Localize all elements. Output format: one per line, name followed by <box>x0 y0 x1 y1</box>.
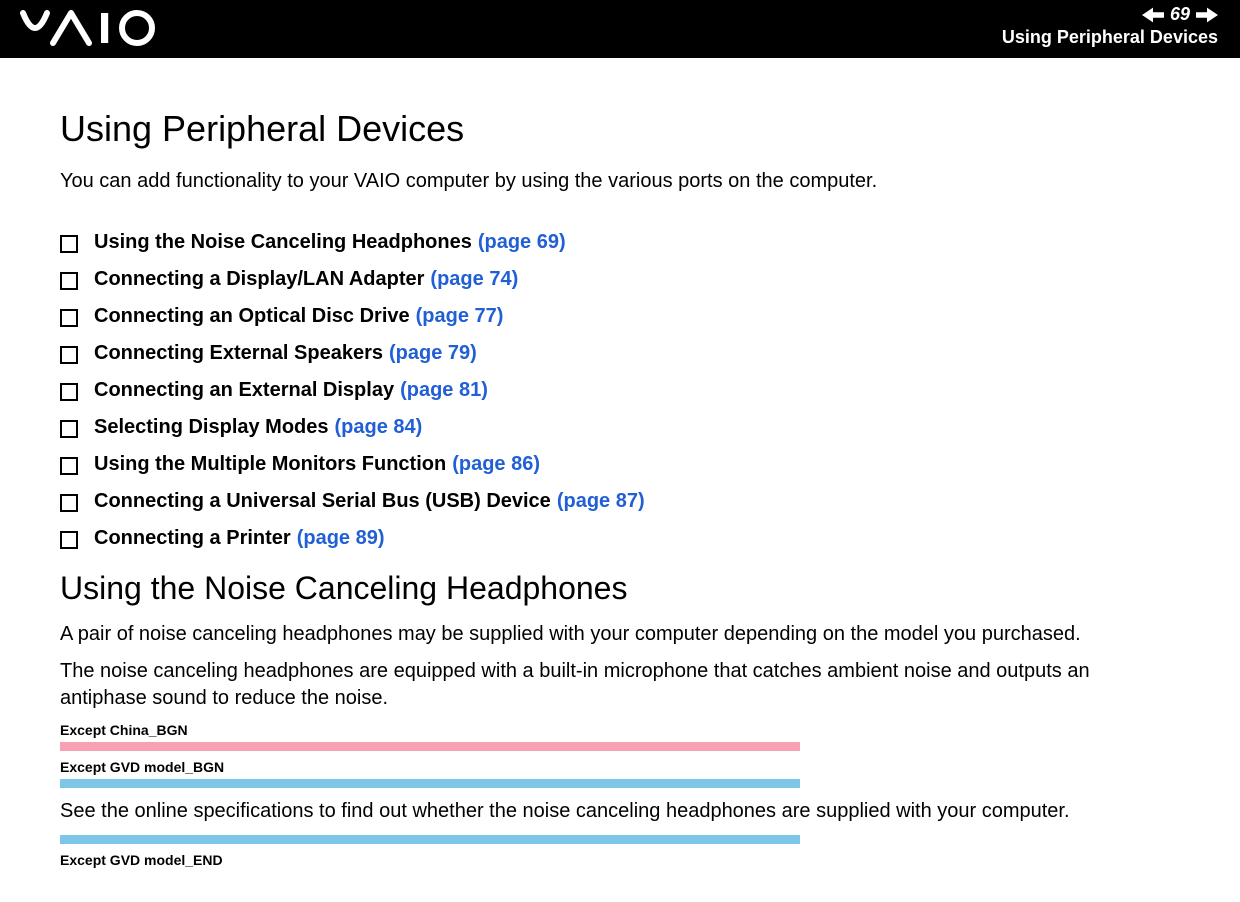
toc-label: Connecting External Speakers <box>94 342 383 364</box>
toc-label: Connecting a Universal Serial Bus (USB) … <box>94 490 551 512</box>
toc-item: Connecting External Speakers (page 79) <box>60 342 1180 365</box>
toc-item: Using the Multiple Monitors Function (pag… <box>60 453 1180 476</box>
toc-label: Connecting a Printer <box>94 527 291 549</box>
toc-item: Using the Noise Canceling Headphones (pag… <box>60 231 1180 254</box>
body-paragraph: The noise canceling headphones are equip… <box>60 658 1180 712</box>
region-note: Except GVD model_END <box>60 852 1180 868</box>
toc-page-link[interactable]: (page 69) <box>478 231 566 253</box>
square-bullet-icon <box>60 531 78 549</box>
header-section-title: Using Peripheral Devices <box>1002 27 1218 48</box>
toc-item: Connecting an External Display (page 81) <box>60 379 1180 402</box>
divider-bar-pink-icon <box>60 742 800 751</box>
nav-prev-arrow-icon[interactable] <box>1142 7 1164 23</box>
square-bullet-icon <box>60 420 78 438</box>
page-title: Using Peripheral Devices <box>60 108 1180 150</box>
toc-page-link[interactable]: (page 77) <box>416 305 504 327</box>
toc-label: Using the Multiple Monitors Function <box>94 453 446 475</box>
header-bar: 69 Using Peripheral Devices <box>0 0 1240 58</box>
square-bullet-icon <box>60 494 78 512</box>
intro-paragraph: You can add functionality to your VAIO c… <box>60 168 1180 195</box>
toc-page-link[interactable]: (page 89) <box>297 527 385 549</box>
document-content: Using Peripheral Devices You can add fun… <box>0 58 1240 902</box>
toc-item: Connecting a Universal Serial Bus (USB) … <box>60 490 1180 513</box>
toc-page-link[interactable]: (page 84) <box>335 416 423 438</box>
region-note: Except GVD model_BGN <box>60 759 1180 775</box>
nav-next-arrow-icon[interactable] <box>1196 7 1218 23</box>
toc-list: Using the Noise Canceling Headphones (pag… <box>60 231 1180 550</box>
square-bullet-icon <box>60 272 78 290</box>
square-bullet-icon <box>60 457 78 475</box>
body-paragraph: A pair of noise canceling headphones may… <box>60 621 1180 648</box>
toc-page-link[interactable]: (page 86) <box>452 453 540 475</box>
toc-label: Using the Noise Canceling Headphones <box>94 231 472 253</box>
toc-item: Connecting a Printer (page 89) <box>60 527 1180 550</box>
square-bullet-icon <box>60 383 78 401</box>
toc-item: Selecting Display Modes (page 84) <box>60 416 1180 439</box>
toc-page-link[interactable]: (page 74) <box>430 268 518 290</box>
square-bullet-icon <box>60 346 78 364</box>
page-number: 69 <box>1170 4 1190 25</box>
divider-bar-blue-icon <box>60 779 800 788</box>
toc-item: Connecting a Display/LAN Adapter (page 74… <box>60 268 1180 291</box>
toc-label: Selecting Display Modes <box>94 416 329 438</box>
divider-bar-blue-icon <box>60 835 800 844</box>
subsection-title: Using the Noise Canceling Headphones <box>60 570 1180 607</box>
toc-label: Connecting an Optical Disc Drive <box>94 305 410 327</box>
toc-page-link[interactable]: (page 79) <box>389 342 477 364</box>
region-note: Except China_BGN <box>60 722 1180 738</box>
square-bullet-icon <box>60 309 78 327</box>
toc-page-link[interactable]: (page 81) <box>400 379 488 401</box>
toc-label: Connecting a Display/LAN Adapter <box>94 268 424 290</box>
toc-item: Connecting an Optical Disc Drive (page 77… <box>60 305 1180 328</box>
toc-label: Connecting an External Display <box>94 379 394 401</box>
toc-page-link[interactable]: (page 87) <box>557 490 645 512</box>
body-paragraph: See the online specifications to find ou… <box>60 798 1180 825</box>
vaio-logo-icon <box>20 10 200 46</box>
square-bullet-icon <box>60 235 78 253</box>
